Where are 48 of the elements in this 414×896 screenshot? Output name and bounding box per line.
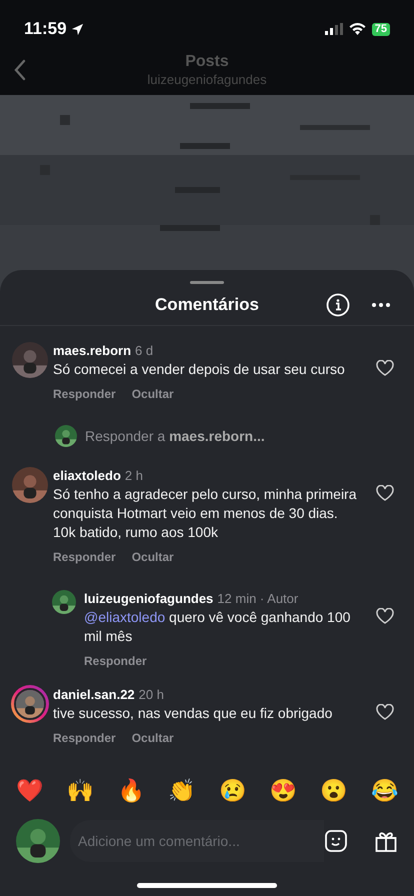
heart-icon[interactable]	[376, 608, 394, 624]
signal-icon	[324, 23, 343, 35]
action-link[interactable]: Responder	[53, 729, 116, 747]
clock: 11:59	[24, 18, 67, 40]
page-subtitle: luizeugeniofagundes	[147, 72, 267, 88]
emoji-reaction[interactable]: 👏	[168, 778, 196, 804]
emoji-reaction[interactable]: 🔥	[117, 778, 144, 804]
comment-time: 20 h	[138, 686, 164, 704]
comment-input[interactable]: Adicione um comentário...	[70, 820, 324, 862]
comment-time: 6 d	[135, 342, 154, 360]
comment-text: tive sucesso, nas vendas que eu fiz obrigado	[53, 704, 334, 723]
mention-link[interactable]: @eliaxtoledo	[84, 609, 166, 625]
heart-icon[interactable]	[376, 485, 394, 501]
comment-time: 2 h	[124, 467, 143, 485]
username[interactable]: luizeugeniofagundes	[84, 590, 214, 608]
heart-icon[interactable]	[376, 360, 394, 376]
username[interactable]: daniel.san.22	[53, 686, 135, 704]
action-link[interactable]: Ocultar	[132, 385, 174, 403]
action-link[interactable]: Responder	[84, 652, 147, 670]
emoji-reaction[interactable]: 🙌	[66, 778, 94, 804]
emoji-reaction[interactable]: 😍	[270, 778, 297, 804]
more-icon[interactable]	[372, 303, 390, 307]
reply-prompt[interactable]: Responder a maes.reborn...	[85, 426, 265, 446]
info-icon[interactable]	[326, 293, 350, 317]
emoji-reaction[interactable]: 😂	[370, 778, 398, 804]
emoji-reaction[interactable]: 😢	[218, 778, 246, 804]
wifi-icon	[348, 23, 366, 35]
comment-meta: 12 min · Autor	[217, 590, 298, 608]
action-link[interactable]: Ocultar	[132, 548, 174, 566]
battery-icon: 75	[372, 22, 390, 36]
comment-text: @eliaxtoledo quero vê você ganhando 100 mil mês	[84, 608, 352, 646]
action-link[interactable]: Responder	[53, 385, 116, 403]
heart-icon[interactable]	[376, 704, 394, 720]
username[interactable]: eliaxtoledo	[53, 467, 121, 485]
back-icon[interactable]	[14, 59, 26, 81]
sheet-title: Comentários	[155, 294, 259, 316]
action-link[interactable]: Ocultar	[132, 729, 174, 747]
story-ring[interactable]	[11, 685, 49, 723]
comment-text: Só comecei a vender depois de usar seu curso	[53, 360, 346, 379]
page-title: Posts	[185, 52, 229, 72]
sticker-icon[interactable]	[324, 829, 348, 853]
emoji-reaction[interactable]: ❤	[16, 778, 43, 804]
comment-text: Só tenho a agradecer pelo curso, minha primeira conquista Hotmart veio em menos de 30 dias. 10k batido, rumo aos 100k	[53, 485, 358, 542]
username[interactable]: maes.reborn	[53, 342, 132, 360]
location-arrow-icon	[70, 22, 84, 36]
drag-handle[interactable]	[190, 281, 224, 284]
emoji-reaction[interactable]: 😮	[320, 778, 348, 804]
action-link[interactable]: Responder	[53, 548, 116, 566]
